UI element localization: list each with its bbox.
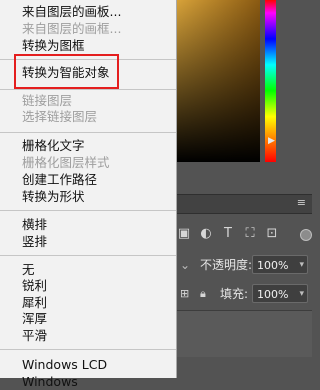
fill-value: 100% [257, 288, 289, 301]
fill-dropdown[interactable]: 100% ▾ [252, 284, 308, 303]
chevron-down-icon: ▾ [299, 260, 304, 270]
panel-tab-bar: ≡ [176, 194, 312, 214]
menu-item-select-linked-layers[interactable]: 选择链接图层 [0, 109, 176, 125]
menu-item-convert-to-frame[interactable]: 转换为图框 [0, 38, 176, 54]
menu-item-link-layers[interactable]: 链接图层 [0, 93, 176, 109]
transform-icon[interactable]: ⛶ [242, 226, 258, 242]
menu-divider [0, 210, 176, 211]
opacity-dropdown[interactable]: 100% ▾ [252, 255, 308, 274]
filter-toggle-switch[interactable] [300, 229, 312, 241]
layer-list[interactable] [176, 310, 312, 357]
lock-icon[interactable]: 🔒︎ [200, 283, 206, 305]
menu-item-rasterize-type[interactable]: 栅格化文字 [0, 138, 176, 154]
menu-item-rasterize-layer-style[interactable]: 栅格化图层样式 [0, 155, 176, 171]
menu-item-create-work-path[interactable]: 创建工作路径 [0, 172, 176, 188]
menu-item-horizontal[interactable]: 横排 [0, 217, 176, 233]
opacity-row: ⌄ 不透明度: 100% ▾ [176, 254, 312, 276]
menu-item-antialias-strong[interactable]: 浑厚 [0, 311, 176, 327]
menu-divider [0, 255, 176, 256]
blend-chevron-icon[interactable]: ⌄ [180, 254, 190, 276]
text-icon[interactable]: T [220, 226, 236, 242]
opacity-value: 100% [257, 259, 289, 272]
menu-item-antialias-smooth[interactable]: 平滑 [0, 328, 176, 344]
menu-item-frame-from-layers[interactable]: 来自图层的画框... [0, 21, 176, 37]
lock-artboard-icon[interactable]: ⊞ [180, 283, 189, 305]
menu-item-antialias-sharp[interactable]: 锐利 [0, 278, 176, 294]
highlight-annotation-box [14, 54, 119, 89]
menu-item-convert-to-shape[interactable]: 转换为形状 [0, 189, 176, 205]
menu-item-antialias-crisp[interactable]: 犀利 [0, 295, 176, 311]
menu-divider [0, 349, 176, 350]
menu-item-vertical[interactable]: 竖排 [0, 234, 176, 250]
color-picker-field[interactable] [176, 0, 260, 162]
image-icon[interactable]: ▣ [176, 226, 192, 242]
smart-object-icon[interactable]: ⊡ [264, 226, 280, 242]
opacity-label: 不透明度: [200, 258, 253, 272]
menu-item-antialias-none[interactable]: 无 [0, 262, 176, 278]
panel-menu-icon[interactable]: ≡ [297, 197, 306, 209]
chevron-down-icon: ▾ [299, 289, 304, 299]
hue-slider-caret-icon[interactable]: ▶ [268, 137, 275, 146]
menu-item-windows-lcd[interactable]: Windows LCD [0, 357, 176, 373]
fill-label: 填充: [220, 287, 249, 301]
menu-item-artboard-from-layers[interactable]: 来自图层的画板... [0, 4, 176, 20]
menu-divider [0, 132, 176, 133]
adjustment-icon[interactable]: ◐ [198, 226, 214, 242]
fill-row: ⊞ 🔒︎ 填充: 100% ▾ [176, 283, 312, 305]
menu-divider [0, 89, 176, 90]
menu-item-windows[interactable]: Windows [0, 374, 176, 390]
layer-filter-toolbar: ▣ ◐ T ⛶ ⊡ [176, 222, 312, 248]
